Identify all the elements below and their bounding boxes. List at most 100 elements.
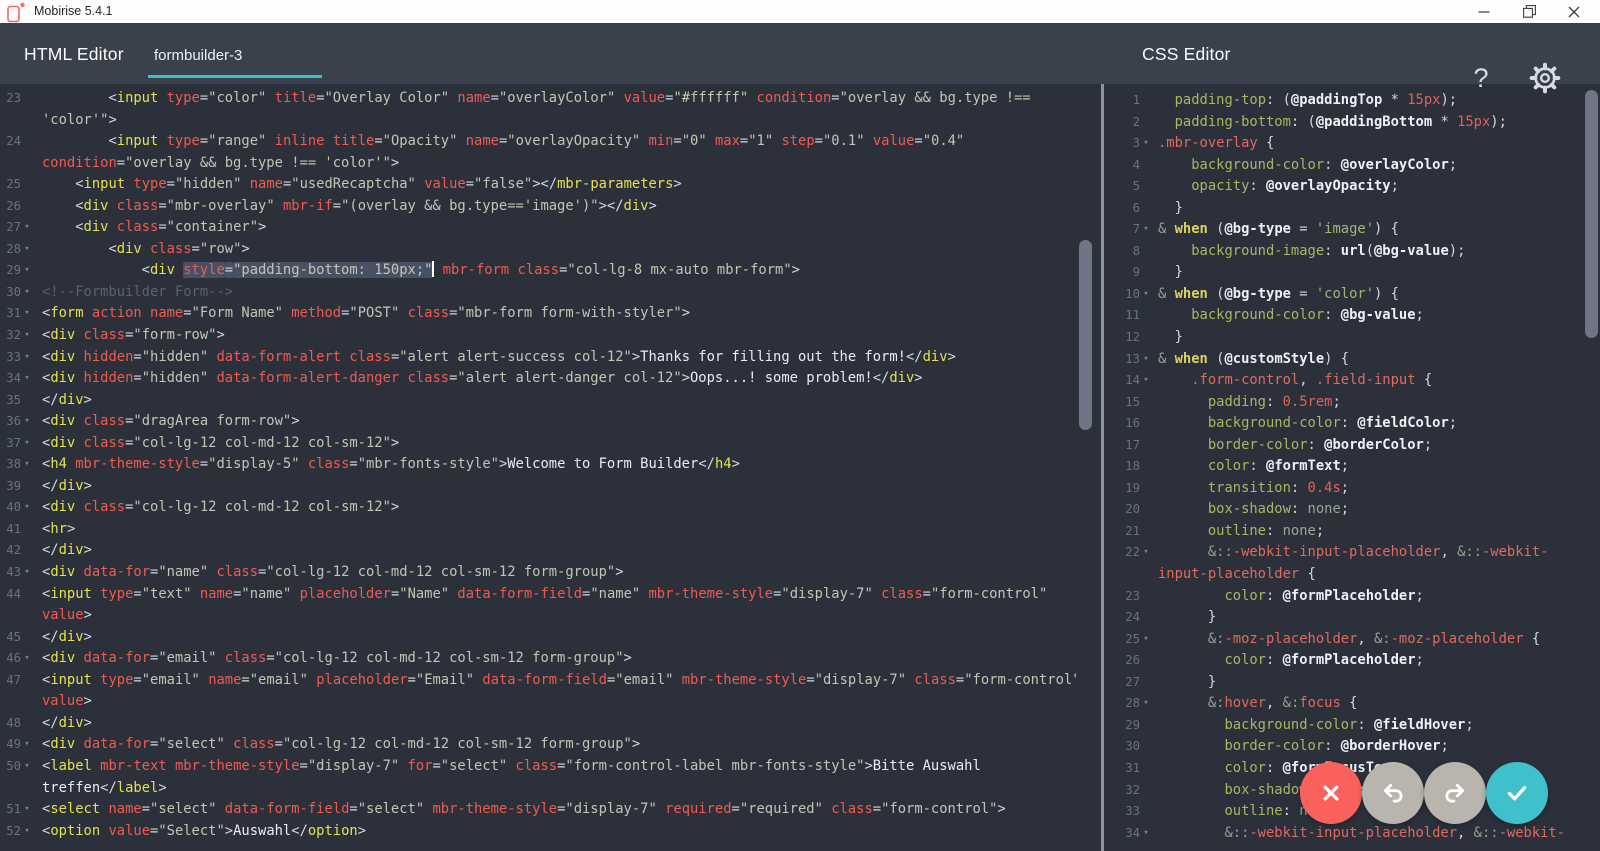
code-line[interactable]: 45</div>: [0, 627, 1076, 649]
code-line[interactable]: 44<input type="text" name="name" placeho…: [0, 584, 1076, 606]
code-line[interactable]: 12 }: [1106, 327, 1584, 349]
code-line[interactable]: 1 padding-top: (@paddingTop * 15px);: [1106, 90, 1584, 112]
code-line[interactable]: 36▾<div class="dragArea form-row">: [0, 411, 1076, 433]
code-line[interactable]: 32▾<div class="form-row">: [0, 325, 1076, 347]
code-line[interactable]: 6 }: [1106, 198, 1584, 220]
fold-arrow-icon[interactable]: ▾: [1140, 542, 1152, 564]
code-line[interactable]: 24 }: [1106, 607, 1584, 629]
restore-button[interactable]: [1511, 0, 1547, 23]
code-line[interactable]: 25 <input type="hidden" name="usedRecapt…: [0, 174, 1076, 196]
code-line[interactable]: 23 <input type="color" title="Overlay Co…: [0, 88, 1076, 110]
code-line[interactable]: 2 padding-bottom: (@paddingBottom * 15px…: [1106, 112, 1584, 134]
code-line[interactable]: 10▾& when (@bg-type = 'color') {: [1106, 284, 1584, 306]
fold-arrow-icon[interactable]: ▾: [1140, 349, 1152, 371]
code-line[interactable]: 43▾<div data-for="name" class="col-lg-12…: [0, 562, 1076, 584]
code-line[interactable]: value>: [0, 691, 1076, 713]
fold-arrow-icon[interactable]: ▾: [1140, 629, 1152, 651]
code-line[interactable]: 11 background-color: @bg-value;: [1106, 305, 1584, 327]
code-line[interactable]: 34▾<div hidden="hidden" data-form-alert-…: [0, 368, 1076, 390]
code-line[interactable]: 25▾ &:-moz-placeholder, &:-moz-placehold…: [1106, 629, 1584, 651]
fold-arrow-icon[interactable]: ▾: [21, 497, 33, 519]
code-line[interactable]: 13▾& when (@customStyle) {: [1106, 349, 1584, 371]
code-line[interactable]: 52▾<option value="Select">Auswahl</optio…: [0, 821, 1076, 843]
apply-button[interactable]: [1486, 762, 1548, 824]
code-line[interactable]: 3▾.mbr-overlay {: [1106, 133, 1584, 155]
code-line[interactable]: 16 background-color: @fieldColor;: [1106, 413, 1584, 435]
fold-arrow-icon[interactable]: ▾: [1140, 823, 1152, 845]
code-line[interactable]: treffen</label>: [0, 778, 1076, 800]
css-scrollbar-thumb[interactable]: [1585, 90, 1598, 338]
code-line[interactable]: 40▾<div class="col-lg-12 col-md-12 col-s…: [0, 497, 1076, 519]
code-line[interactable]: 30▾<!--Formbuilder Form-->: [0, 282, 1076, 304]
fold-arrow-icon[interactable]: ▾: [21, 648, 33, 670]
fold-arrow-icon[interactable]: ▾: [21, 821, 33, 843]
code-line[interactable]: 31▾<form action name="Form Name" method=…: [0, 303, 1076, 325]
css-editor-pane[interactable]: 1 padding-top: (@paddingTop * 15px);2 pa…: [1106, 84, 1584, 851]
code-line[interactable]: 18 color: @formText;: [1106, 456, 1584, 478]
code-line[interactable]: 49▾<div data-for="select" class="col-lg-…: [0, 734, 1076, 756]
fold-arrow-icon[interactable]: ▾: [21, 325, 33, 347]
code-line[interactable]: 7▾& when (@bg-type = 'image') {: [1106, 219, 1584, 241]
fold-arrow-icon[interactable]: ▾: [21, 433, 33, 455]
code-line[interactable]: 17 border-color: @borderColor;: [1106, 435, 1584, 457]
code-line[interactable]: 28▾ <div class="row">: [0, 239, 1076, 261]
fold-arrow-icon[interactable]: ▾: [21, 217, 33, 239]
close-button[interactable]: [1556, 0, 1592, 23]
fold-arrow-icon[interactable]: ▾: [21, 562, 33, 584]
code-line[interactable]: 15 padding: 0.5rem;: [1106, 392, 1584, 414]
html-editor-pane[interactable]: 23 <input type="color" title="Overlay Co…: [0, 84, 1076, 851]
code-line[interactable]: 37▾<div class="col-lg-12 col-md-12 col-s…: [0, 433, 1076, 455]
code-line[interactable]: 51▾<select name="select" data-form-field…: [0, 799, 1076, 821]
fold-arrow-icon[interactable]: ▾: [21, 239, 33, 261]
fold-arrow-icon[interactable]: ▾: [1140, 219, 1152, 241]
code-line[interactable]: 50▾<label mbr-text mbr-theme-style="disp…: [0, 756, 1076, 778]
html-scrollbar-thumb[interactable]: [1079, 240, 1092, 430]
code-line[interactable]: 39</div>: [0, 476, 1076, 498]
code-line[interactable]: 14▾ .form-control, .field-input {: [1106, 370, 1584, 392]
minimize-button[interactable]: [1466, 0, 1502, 23]
fold-arrow-icon[interactable]: ▾: [1140, 370, 1152, 392]
code-line[interactable]: 20 box-shadow: none;: [1106, 499, 1584, 521]
code-line[interactable]: 27 }: [1106, 672, 1584, 694]
code-line[interactable]: 46▾<div data-for="email" class="col-lg-1…: [0, 648, 1076, 670]
fold-arrow-icon[interactable]: ▾: [21, 756, 33, 778]
fold-arrow-icon[interactable]: ▾: [21, 347, 33, 369]
code-line[interactable]: 27▾ <div class="container">: [0, 217, 1076, 239]
fold-arrow-icon[interactable]: ▾: [21, 260, 33, 282]
fold-arrow-icon[interactable]: ▾: [21, 282, 33, 304]
code-line[interactable]: 29 background-color: @fieldHover;: [1106, 715, 1584, 737]
code-line[interactable]: 21 outline: none;: [1106, 521, 1584, 543]
code-line[interactable]: 34▾ &::-webkit-input-placeholder, &::-we…: [1106, 823, 1584, 845]
fold-arrow-icon[interactable]: ▾: [21, 799, 33, 821]
fold-arrow-icon[interactable]: ▾: [1140, 284, 1152, 306]
code-line[interactable]: 41<hr>: [0, 519, 1076, 541]
code-line[interactable]: 48</div>: [0, 713, 1076, 735]
code-line[interactable]: 28▾ &:hover, &:focus {: [1106, 693, 1584, 715]
code-line[interactable]: 4 background-color: @overlayColor;: [1106, 155, 1584, 177]
fold-arrow-icon[interactable]: ▾: [21, 368, 33, 390]
fold-arrow-icon[interactable]: ▾: [1140, 133, 1152, 155]
redo-button[interactable]: [1424, 762, 1486, 824]
code-line[interactable]: 26 color: @formPlaceholder;: [1106, 650, 1584, 672]
code-line[interactable]: input-placeholder {: [1106, 564, 1584, 586]
code-line[interactable]: 9 }: [1106, 262, 1584, 284]
discard-button[interactable]: [1300, 762, 1362, 824]
code-line[interactable]: 38▾<h4 mbr-theme-style="display-5" class…: [0, 454, 1076, 476]
code-line[interactable]: 5 opacity: @overlayOpacity;: [1106, 176, 1584, 198]
fold-arrow-icon[interactable]: ▾: [1140, 693, 1152, 715]
fold-arrow-icon[interactable]: ▾: [21, 303, 33, 325]
fold-arrow-icon[interactable]: ▾: [21, 454, 33, 476]
code-line[interactable]: 30 border-color: @borderHover;: [1106, 736, 1584, 758]
code-line[interactable]: 19 transition: 0.4s;: [1106, 478, 1584, 500]
code-line[interactable]: 24 <input type="range" inline title="Opa…: [0, 131, 1076, 153]
code-line[interactable]: 26 <div class="mbr-overlay" mbr-if="(ove…: [0, 196, 1076, 218]
fold-arrow-icon[interactable]: ▾: [21, 411, 33, 433]
code-line[interactable]: 29▾ <div style="padding-bottom: 150px;" …: [0, 260, 1076, 282]
code-line[interactable]: 42</div>: [0, 540, 1076, 562]
code-line[interactable]: 23 color: @formPlaceholder;: [1106, 586, 1584, 608]
code-line[interactable]: 'color'">: [0, 110, 1076, 132]
code-line[interactable]: condition="overlay && bg.type !== 'color…: [0, 153, 1076, 175]
undo-button[interactable]: [1362, 762, 1424, 824]
code-line[interactable]: 33▾<div hidden="hidden" data-form-alert …: [0, 347, 1076, 369]
code-line[interactable]: 47<input type="email" name="email" place…: [0, 670, 1076, 692]
